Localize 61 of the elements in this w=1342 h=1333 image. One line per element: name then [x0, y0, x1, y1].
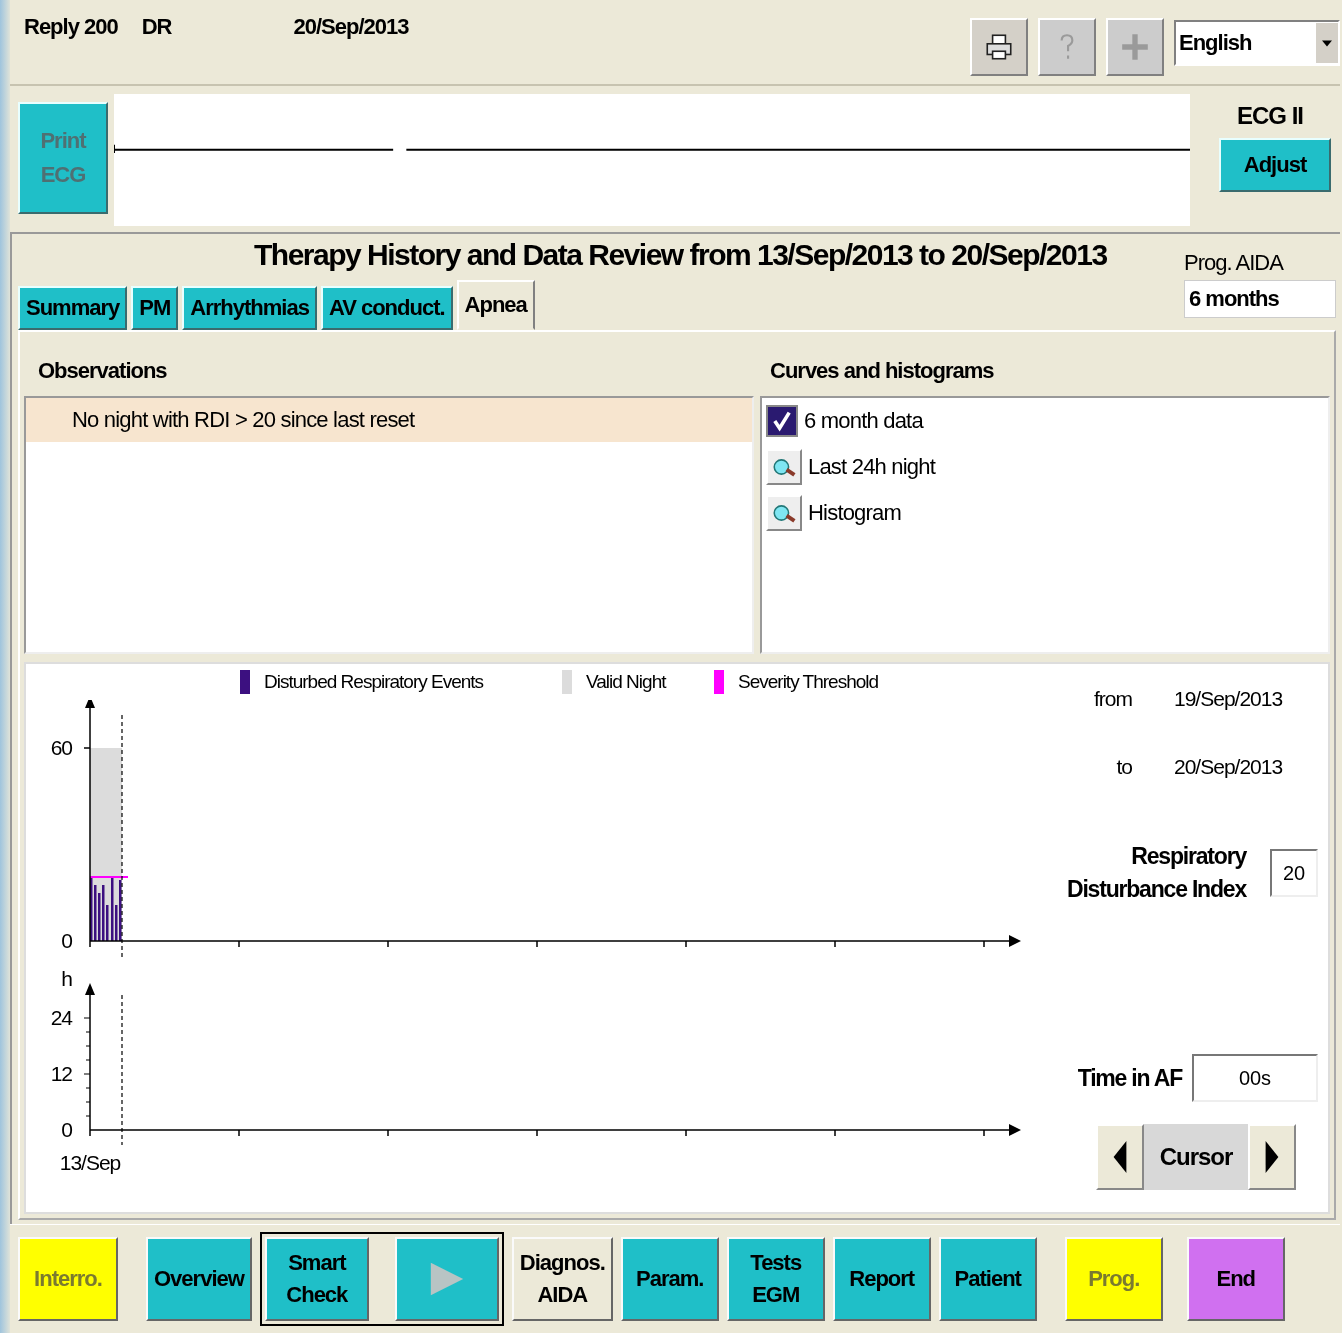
curve-label[interactable]: 6 month data	[804, 408, 923, 434]
checkbox[interactable]	[766, 405, 798, 437]
plus-icon	[1119, 31, 1151, 63]
section-heading: Observations	[37, 357, 168, 385]
rdi-label: Respiratory Disturbance Index	[1066, 842, 1246, 904]
right-arrow-icon	[1265, 1141, 1279, 1173]
range-date: 20/Sep/2013	[1174, 755, 1283, 779]
toolbar-button[interactable]: Report	[832, 1237, 931, 1321]
section-heading: Curves and histograms	[769, 357, 995, 385]
left-arrow-icon	[1113, 1141, 1127, 1173]
mode-label: DR	[141, 14, 172, 40]
legend-label: Severity Threshold	[738, 671, 879, 693]
toolbar-button[interactable]: Overview	[146, 1237, 252, 1321]
page-title: Therapy History and Data Review from 13/Sep/2013 to 20/Sep/2013	[254, 238, 1107, 273]
observation-row[interactable]: No night with RDI > 20 since last reset	[26, 398, 752, 442]
legend-label: Disturbed Respiratory Events	[264, 671, 484, 693]
next-button[interactable]	[1248, 1124, 1296, 1190]
language-dropdown[interactable]: English	[1174, 20, 1340, 66]
dropdown-arrow-icon	[1322, 39, 1332, 47]
view-button[interactable]	[766, 449, 802, 485]
previous-button[interactable]	[1096, 1124, 1144, 1190]
toolbar-button[interactable]: Param.	[620, 1237, 719, 1321]
af-field[interactable]: 00s	[1192, 1054, 1318, 1102]
device-label: Reply 200	[24, 14, 118, 40]
tab[interactable]: Summary	[18, 286, 128, 330]
toolbar-button[interactable]: Tests EGM	[726, 1237, 825, 1321]
view-button[interactable]	[766, 495, 802, 531]
legend-label: Valid Night	[586, 671, 666, 693]
prog-label: Prog. AIDA	[1184, 250, 1285, 276]
rdi-field[interactable]: 20	[1270, 849, 1318, 897]
tick-label: 12	[50, 1062, 72, 1085]
tab[interactable]: AV conduct.	[320, 286, 453, 330]
printer-icon	[983, 31, 1015, 63]
print-button[interactable]	[970, 18, 1028, 76]
tab[interactable]: Arrhythmias	[182, 286, 317, 330]
date-label: 20/Sep/2013	[293, 14, 409, 40]
tick-label: 24	[50, 1006, 72, 1029]
tick-label: 0	[61, 1118, 72, 1141]
tick-label: 0	[61, 929, 72, 952]
tab[interactable]: Apnea	[456, 280, 535, 330]
cursor-label: Cursor	[1144, 1124, 1248, 1190]
play-icon	[428, 1262, 465, 1296]
curve-label[interactable]: Histogram	[808, 500, 902, 526]
ecg-lead-label: ECG II	[1237, 102, 1303, 130]
range-label: to	[1115, 755, 1132, 779]
tick-label: h	[61, 970, 72, 990]
toolbar-button[interactable]: Diagnos. AIDA	[511, 1237, 613, 1321]
severity-threshold-line	[89, 876, 129, 878]
toolbar-button[interactable]: End	[1186, 1237, 1285, 1321]
adjust-button[interactable]: Adjust	[1219, 138, 1331, 192]
range-date: 19/Sep/2013	[1174, 687, 1283, 711]
curve-label[interactable]: Last 24h night	[808, 454, 936, 480]
af-label: Time in AF	[1077, 1063, 1182, 1093]
play-button[interactable]	[394, 1237, 499, 1321]
tab[interactable]: PM	[131, 286, 179, 330]
tick-label: 60	[50, 736, 72, 759]
toolbar-button[interactable]: Smart Check	[264, 1237, 369, 1321]
range-label: from	[1093, 687, 1132, 711]
toolbar-button[interactable]: Patient	[938, 1237, 1037, 1321]
tick-label: 13/Sep	[59, 1151, 121, 1174]
prog-field[interactable]: 6 months	[1184, 280, 1336, 318]
